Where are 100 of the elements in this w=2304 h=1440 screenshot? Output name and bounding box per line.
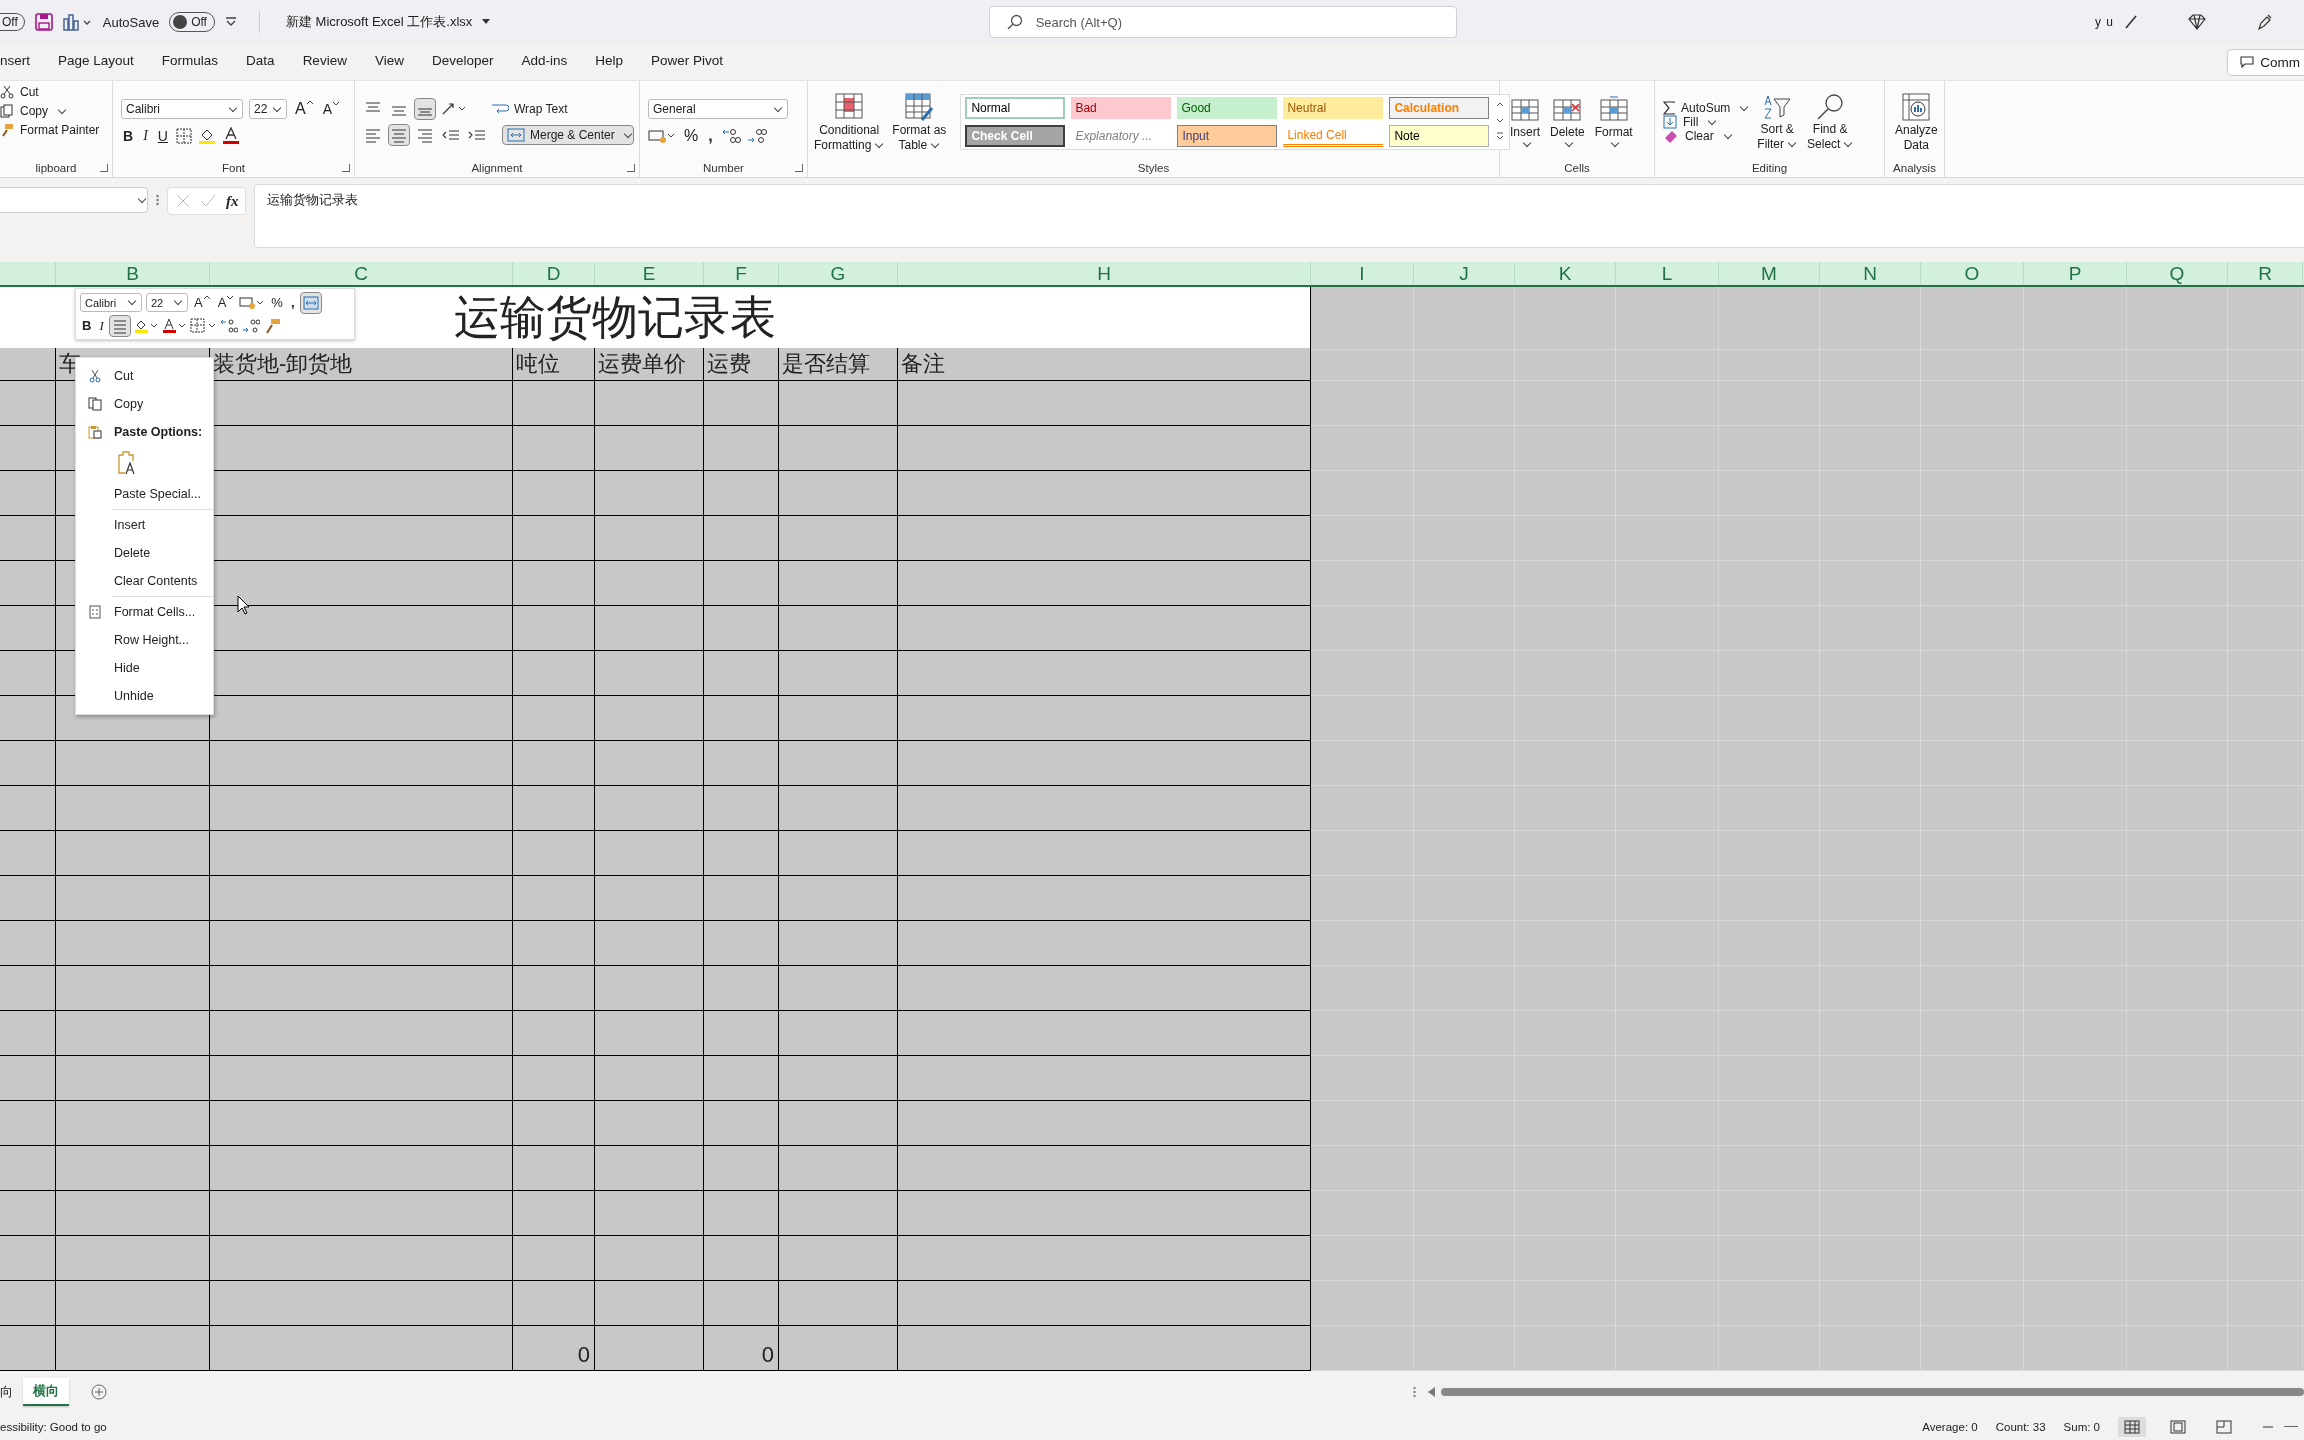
- column-header[interactable]: D: [513, 262, 595, 285]
- ribbon-tab[interactable]: Page Layout: [58, 49, 134, 75]
- column-header[interactable]: G: [779, 262, 898, 285]
- menu-item[interactable]: Delete: [114, 546, 151, 560]
- normal-view-icon[interactable]: [2118, 1416, 2146, 1437]
- cut-button[interactable]: Cut: [0, 85, 39, 99]
- save-icon[interactable]: [34, 13, 53, 31]
- menu-item[interactable]: Hide: [114, 661, 140, 675]
- cell-style[interactable]: Good: [1177, 97, 1278, 119]
- decrease-font-button[interactable]: A: [320, 101, 341, 117]
- search-field[interactable]: Search (Alt+Q): [988, 6, 1457, 38]
- sheet-tab[interactable]: 向: [0, 1379, 23, 1405]
- cell-style[interactable]: Bad: [1071, 97, 1172, 119]
- align-icon[interactable]: [415, 99, 435, 119]
- borders-icon[interactable]: [175, 128, 192, 144]
- decrease-decimal-icon[interactable]: [746, 127, 767, 145]
- brush-icon[interactable]: [2256, 13, 2274, 31]
- insert-function-button[interactable]: fx: [226, 192, 239, 210]
- check-icon[interactable]: [200, 194, 216, 208]
- currency-icon[interactable]: [239, 295, 266, 310]
- decrease-decimal-icon[interactable]: [241, 317, 260, 334]
- ribbon-tab[interactable]: Power Pivot: [651, 49, 724, 75]
- column-header[interactable]: E: [595, 262, 704, 285]
- sort-filter-button[interactable]: Sort & Filter: [1755, 93, 1800, 151]
- ribbon-tab[interactable]: Review: [302, 49, 347, 75]
- insert-button[interactable]: Insert: [1508, 95, 1542, 149]
- dialog-launcher-icon[interactable]: [342, 164, 350, 172]
- conditional-formatting-button[interactable]: Conditional Formatting: [814, 92, 885, 152]
- delete-button[interactable]: Delete: [1548, 95, 1587, 149]
- format-painter-icon[interactable]: [263, 317, 282, 334]
- percent-button[interactable]: %: [682, 127, 701, 145]
- dialog-launcher-icon[interactable]: [627, 164, 635, 172]
- autosum-button[interactable]: AutoSum: [1663, 101, 1750, 115]
- sheet-tab[interactable]: 横向: [23, 1378, 69, 1406]
- menu-item[interactable]: Cut: [114, 369, 134, 383]
- font-name-dropdown[interactable]: Calibri: [80, 293, 142, 312]
- underline-button[interactable]: U: [155, 128, 170, 144]
- chart-icon[interactable]: [62, 13, 93, 31]
- column-header[interactable]: Q: [2127, 262, 2228, 285]
- menu-item[interactable]: Row Height...: [114, 633, 190, 647]
- font-size-dropdown[interactable]: 22: [146, 293, 188, 312]
- number-format-dropdown[interactable]: General: [648, 99, 788, 119]
- copy-button[interactable]: Copy: [0, 104, 67, 118]
- pen-icon[interactable]: [2124, 15, 2138, 29]
- ribbon-tab[interactable]: Formulas: [161, 49, 219, 75]
- accessibility-status[interactable]: essibility: Good to go: [0, 1420, 107, 1433]
- comma-button[interactable]: ,: [288, 295, 297, 310]
- column-header[interactable]: O: [1921, 262, 2024, 285]
- font-color-icon[interactable]: [161, 317, 186, 334]
- decrease-font-button[interactable]: A: [215, 295, 236, 310]
- caret-icon[interactable]: [482, 19, 491, 25]
- menu-item[interactable]: Insert: [114, 518, 146, 532]
- analyze-data-button[interactable]: Analyze Data: [1893, 92, 1940, 152]
- formula-field[interactable]: 运输货物记录表: [253, 184, 2304, 248]
- cell-style[interactable]: Note: [1389, 125, 1490, 147]
- font-name-dropdown[interactable]: Calibri: [121, 99, 243, 119]
- format-button[interactable]: Format: [1592, 95, 1635, 149]
- menu-item[interactable]: Format Cells...: [114, 605, 196, 619]
- wrap-text-button[interactable]: Wrap Text: [487, 100, 572, 118]
- menu-item[interactable]: Unhide: [114, 689, 154, 703]
- column-header[interactable]: R: [2228, 262, 2303, 285]
- align-center-icon[interactable]: [109, 315, 130, 336]
- format-painter-button[interactable]: Format Painter: [0, 123, 100, 137]
- merge-center-icon[interactable]: [300, 292, 321, 313]
- column-header[interactable]: J: [1414, 262, 1515, 285]
- column-header[interactable]: K: [1515, 262, 1616, 285]
- column-header[interactable]: F: [704, 262, 779, 285]
- ribbon-tab[interactable]: Data: [246, 49, 275, 75]
- borders-icon[interactable]: [189, 317, 216, 334]
- currency-icon[interactable]: [648, 128, 676, 144]
- font-color-icon[interactable]: [221, 127, 240, 145]
- column-header[interactable]: C: [210, 262, 513, 285]
- column-header[interactable]: N: [1820, 262, 1921, 285]
- fill-button[interactable]: Fill: [1663, 115, 1750, 129]
- fill-color-icon[interactable]: [197, 127, 216, 145]
- italic-button[interactable]: I: [97, 317, 106, 334]
- menu-item[interactable]: Clear Contents: [114, 574, 198, 588]
- merge-center-button[interactable]: Merge & Center: [503, 126, 633, 144]
- menu-item[interactable]: Paste Special...: [114, 487, 201, 501]
- increase-decimal-icon[interactable]: [720, 127, 741, 145]
- ribbon-tab[interactable]: Developer: [431, 49, 494, 75]
- cell-style[interactable]: Input: [1177, 125, 1278, 147]
- diamond-icon[interactable]: [2188, 14, 2206, 30]
- column-header[interactable]: L: [1616, 262, 1719, 285]
- increase-font-button[interactable]: A: [192, 295, 212, 310]
- column-header[interactable]: H: [898, 262, 1311, 285]
- cell-style[interactable]: Normal: [965, 97, 1066, 119]
- dialog-launcher-icon[interactable]: [795, 164, 803, 172]
- column-header[interactable]: I: [1311, 262, 1414, 285]
- font-size-dropdown[interactable]: 22: [249, 99, 287, 119]
- dialog-launcher-icon[interactable]: [100, 164, 108, 172]
- paste-icon[interactable]: [116, 451, 138, 475]
- ribbon-tab[interactable]: Help: [595, 49, 623, 75]
- caret-icon[interactable]: [224, 16, 237, 28]
- bold-button[interactable]: B: [80, 318, 94, 333]
- menu-item[interactable]: Copy: [114, 397, 144, 411]
- column-header[interactable]: B: [56, 262, 210, 285]
- bold-button[interactable]: B: [121, 128, 136, 144]
- column-header[interactable]: M: [1719, 262, 1820, 285]
- cell-style[interactable]: Neutral: [1283, 97, 1384, 119]
